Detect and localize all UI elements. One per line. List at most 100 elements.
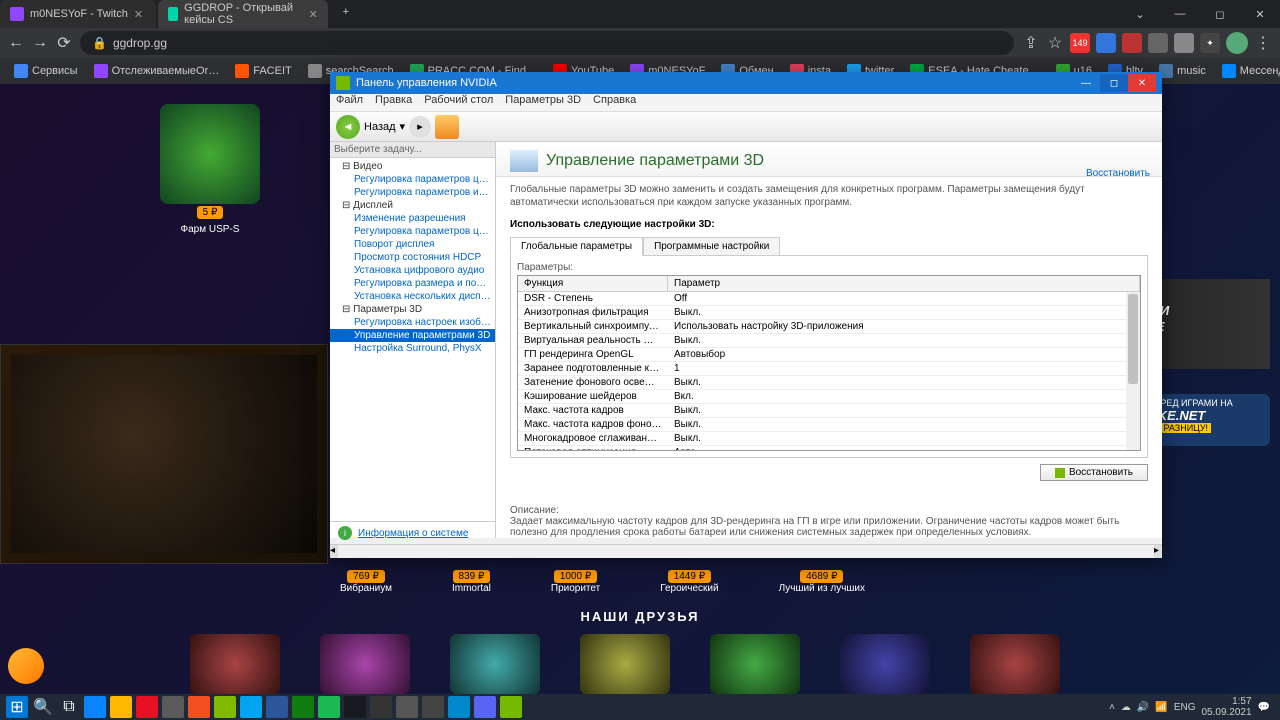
share-icon[interactable]: ⇪ — [1022, 34, 1040, 52]
taskbar-app[interactable] — [136, 696, 158, 718]
tab-ggdrop[interactable]: GGDROP - Открывай кейсы CS ✕ — [158, 0, 328, 28]
taskbar-app[interactable] — [188, 696, 210, 718]
nvidia-titlebar[interactable]: Панель управления NVIDIA — ◻ ✕ — [330, 72, 1162, 94]
menu-file[interactable]: Файл — [336, 94, 363, 111]
menu-desktop[interactable]: Рабочий стол — [424, 94, 493, 111]
friend-card[interactable] — [970, 634, 1060, 694]
tree-leaf[interactable]: Регулировка параметров цвета для вид — [330, 173, 495, 186]
menu-icon[interactable]: ⋮ — [1254, 34, 1272, 52]
maximize-button[interactable]: ◻ — [1200, 0, 1240, 28]
table-row[interactable]: Затенение фонового освещенияВыкл. — [518, 376, 1140, 390]
tree-leaf[interactable]: Регулировка размера и положения рабо — [330, 277, 495, 290]
maximize-button[interactable]: ◻ — [1100, 74, 1128, 92]
taskbar-app[interactable] — [448, 696, 470, 718]
taskbar-app[interactable] — [240, 696, 262, 718]
case-item[interactable]: 769 ₽Вибраниум — [340, 570, 392, 594]
table-row[interactable]: Заранее подготовленные кадры вирту…1 — [518, 362, 1140, 376]
task-view-icon[interactable]: ⧉ — [58, 696, 80, 718]
back-button[interactable]: ◄ — [336, 115, 360, 139]
tab-program[interactable]: Программные настройки — [643, 237, 780, 256]
start-button[interactable]: ⊞ — [6, 696, 28, 718]
case-item[interactable] — [160, 104, 260, 204]
menu-edit[interactable]: Правка — [375, 94, 412, 111]
taskbar-app[interactable] — [162, 696, 184, 718]
dropdown-icon[interactable]: ▾ — [400, 120, 406, 133]
close-button[interactable]: ✕ — [1240, 0, 1280, 28]
avatar[interactable] — [1226, 32, 1248, 54]
taskbar-app[interactable] — [396, 696, 418, 718]
taskbar-app[interactable] — [266, 696, 288, 718]
tree-leaf-selected[interactable]: Управление параметрами 3D — [330, 329, 495, 342]
restore-link[interactable]: Восстановить — [1086, 168, 1150, 179]
table-row[interactable]: Потоковая оптимизацияАвто — [518, 446, 1140, 450]
clock[interactable]: 1:57 05.09.2021 — [1201, 696, 1251, 718]
menu-3d[interactable]: Параметры 3D — [505, 94, 581, 111]
table-row[interactable]: Кэширование шейдеровВкл. — [518, 390, 1140, 404]
taskbar-app[interactable] — [370, 696, 392, 718]
table-scrollbar[interactable] — [1126, 292, 1140, 450]
tray-icon[interactable]: ☁ — [1121, 702, 1131, 713]
col-parameter[interactable]: Параметр — [668, 276, 1140, 291]
tray-icon[interactable]: 📶 — [1155, 702, 1167, 713]
ext-icon[interactable]: 149 — [1070, 33, 1090, 53]
notifications-icon[interactable]: 💬 — [1258, 702, 1270, 713]
puzzle-icon[interactable]: ✦ — [1200, 33, 1220, 53]
tab-global[interactable]: Глобальные параметры — [510, 237, 643, 256]
case-item[interactable]: 839 ₽Immortal — [452, 570, 491, 594]
taskbar-app[interactable] — [318, 696, 340, 718]
back-button[interactable]: ← — [8, 34, 24, 52]
ext-icon[interactable] — [1096, 33, 1116, 53]
address-bar[interactable]: 🔒 ggdrop.gg — [80, 31, 1014, 55]
home-button[interactable] — [435, 115, 459, 139]
tree-leaf[interactable]: Настройка Surround, PhysX — [330, 342, 495, 355]
tab-twitch[interactable]: m0NESYoF - Twitch ✕ — [0, 0, 156, 28]
friend-card[interactable] — [580, 634, 670, 694]
table-row[interactable]: Анизотропная фильтрацияВыкл. — [518, 306, 1140, 320]
bookmark-item[interactable]: Мессенджер — [1216, 62, 1280, 80]
tree-node-3d[interactable]: ⊟ Параметры 3D — [330, 303, 495, 316]
tree-leaf[interactable]: Регулировка параметров изображения д — [330, 186, 495, 199]
close-button[interactable]: ✕ — [1128, 74, 1156, 92]
tree-leaf[interactable]: Регулировка параметров цвета рабочег — [330, 225, 495, 238]
tree-leaf[interactable]: Поворот дисплея — [330, 238, 495, 251]
table-row[interactable]: DSR - СтепеньOff — [518, 292, 1140, 306]
menu-help[interactable]: Справка — [593, 94, 636, 111]
chevron-down-icon[interactable]: ⌄ — [1120, 0, 1160, 28]
friend-card[interactable] — [190, 634, 280, 694]
apps-button[interactable]: Сервисы — [8, 62, 84, 80]
forward-button[interactable]: ▸ — [409, 116, 431, 138]
search-icon[interactable]: 🔍 — [32, 696, 54, 718]
table-row[interactable]: Виртуальная реальность — сглажив…Выкл. — [518, 334, 1140, 348]
taskbar-app[interactable] — [84, 696, 106, 718]
tree-leaf[interactable]: Установка нескольких дисплеев — [330, 290, 495, 303]
bookmark-item[interactable]: FACEIT — [229, 62, 298, 80]
friend-card[interactable] — [320, 634, 410, 694]
friend-card[interactable] — [840, 634, 930, 694]
tray-chevron-icon[interactable]: ˄ — [1109, 702, 1115, 713]
forward-button[interactable]: → — [32, 34, 48, 52]
taskbar-app[interactable] — [292, 696, 314, 718]
star-icon[interactable]: ☆ — [1046, 34, 1064, 52]
case-item[interactable]: 4689 ₽Лучший из лучших — [779, 570, 865, 594]
close-icon[interactable]: ✕ — [134, 8, 146, 20]
tree-leaf[interactable]: Установка цифрового аудио — [330, 264, 495, 277]
table-row[interactable]: Макс. частота кадров фонового прило…Выкл… — [518, 418, 1140, 432]
tree-leaf[interactable]: Изменение разрешения — [330, 212, 495, 225]
friend-card[interactable] — [710, 634, 800, 694]
taskbar-app[interactable] — [110, 696, 132, 718]
minimize-button[interactable]: — — [1072, 74, 1100, 92]
bookmark-item[interactable]: ОтслеживаемыеOr… — [88, 62, 226, 80]
tree-node-video[interactable]: ⊟ Видео — [330, 160, 495, 173]
reload-button[interactable]: ⟳ — [56, 33, 72, 53]
ext-icon[interactable] — [1174, 33, 1194, 53]
table-row[interactable]: Макс. частота кадровВыкл. — [518, 404, 1140, 418]
taskbar-app[interactable] — [214, 696, 236, 718]
taskbar-app[interactable] — [422, 696, 444, 718]
new-tab-button[interactable]: + — [334, 0, 358, 24]
tray-icon[interactable]: 🔊 — [1137, 702, 1149, 713]
ext-icon[interactable] — [1122, 33, 1142, 53]
tree-leaf[interactable]: Просмотр состояния HDCP — [330, 251, 495, 264]
taskbar-app[interactable] — [344, 696, 366, 718]
case-item[interactable]: 1000 ₽Приоритет — [551, 570, 600, 594]
tree-leaf[interactable]: Регулировка настроек изображения с пр — [330, 316, 495, 329]
